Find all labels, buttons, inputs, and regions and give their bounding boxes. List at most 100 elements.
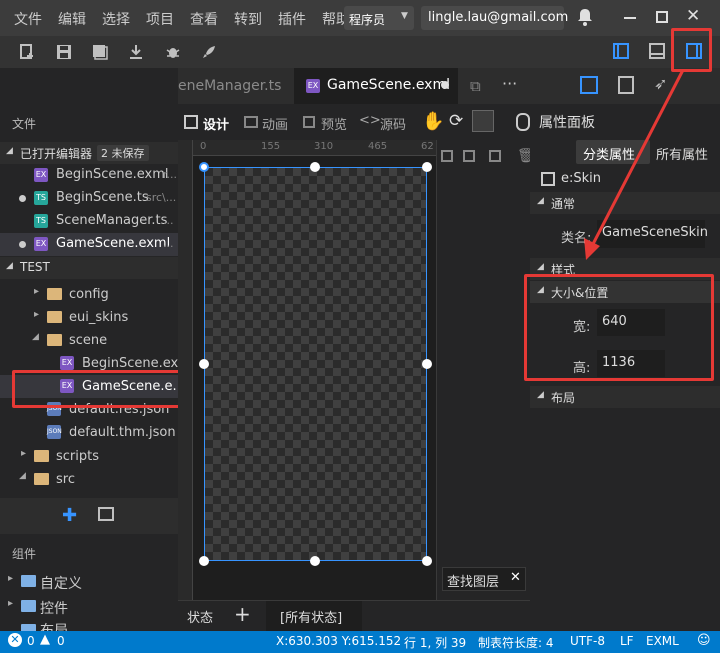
resize-handle[interactable] <box>310 556 320 566</box>
language-mode[interactable]: EXML <box>646 634 679 648</box>
save-all-icon[interactable] <box>91 43 109 61</box>
more-actions-icon[interactable]: ··· <box>502 74 517 93</box>
run-rocket-icon[interactable] <box>200 43 218 61</box>
menu-select[interactable]: 选择 <box>102 9 130 29</box>
puzzle-icon[interactable]: ✚ <box>62 505 77 526</box>
files-section-label: 文件 <box>12 117 37 131</box>
preview-icon <box>303 116 315 128</box>
line-ending[interactable]: LF <box>620 634 634 648</box>
account-button[interactable]: lingle.lau@gmail.com <box>421 6 568 30</box>
project-header[interactable]: ◢ TEST <box>0 257 178 279</box>
cursor-coords: X:630.303 Y:615.152 <box>276 634 402 648</box>
mode-design[interactable]: 设计 <box>203 114 229 133</box>
component-group-layout[interactable]: 布局 <box>0 619 178 631</box>
layer-paste-icon[interactable] <box>489 150 501 162</box>
chevron-right-icon: ▸ <box>34 286 40 297</box>
tree-folder-scene[interactable]: ◢ scene <box>0 329 178 352</box>
chevron-right-icon: ▸ <box>21 448 27 459</box>
line-column[interactable]: 行 1, 列 39 <box>404 634 466 651</box>
hand-tool-icon[interactable]: ✋ <box>422 111 444 132</box>
new-file-icon[interactable] <box>18 43 36 61</box>
chevron-down-icon: ◢ <box>537 390 544 400</box>
tab-scenemanager[interactable]: eneManager.ts <box>178 68 294 104</box>
debug-icon[interactable] <box>164 43 182 61</box>
tree-folder-config[interactable]: ▸ config <box>0 283 178 306</box>
warning-count[interactable]: 0 <box>57 634 65 648</box>
ruler-tick: 0 <box>200 141 207 152</box>
unsaved-dot-icon[interactable] <box>441 81 449 89</box>
publish-icon[interactable] <box>127 43 145 61</box>
feedback-icon[interactable]: ☺ <box>697 633 711 648</box>
error-count[interactable]: 0 <box>27 634 35 648</box>
chevron-right-icon: ▸ <box>34 309 40 320</box>
error-icon[interactable]: ✕ <box>8 633 22 647</box>
chevron-down-icon: ◢ <box>6 146 13 156</box>
close-icon[interactable]: ✕ <box>510 570 521 585</box>
tree-file-default-thm[interactable]: JSON default.thm.json <box>0 421 178 444</box>
split-editor-icon[interactable]: ⧉ <box>470 77 481 95</box>
tree-folder-scripts[interactable]: ▸ scripts <box>0 445 178 468</box>
tree-label: scripts <box>56 449 99 464</box>
open-editor-item[interactable]: TS BeginScene.ts src\... <box>0 187 178 210</box>
adapt-screen-icon[interactable] <box>472 110 494 132</box>
menu-edit[interactable]: 编辑 <box>58 9 86 29</box>
minimize-icon[interactable] <box>624 17 636 19</box>
layer-icon[interactable] <box>441 150 453 162</box>
section-label: 布局 <box>551 391 576 405</box>
menu-project[interactable]: 项目 <box>146 9 174 29</box>
resize-handle[interactable] <box>199 162 209 172</box>
open-editors-header[interactable]: ◢ 已打开编辑器 2 未保存 <box>0 142 178 164</box>
resize-handle[interactable] <box>199 556 209 566</box>
chevron-down-icon: ◢ <box>32 332 39 342</box>
tab-size[interactable]: 制表符长度: 4 <box>478 634 554 651</box>
database-icon[interactable] <box>516 113 530 131</box>
design-canvas[interactable] <box>204 167 427 561</box>
file-name: GameScene.exml <box>56 236 171 251</box>
resize-handle[interactable] <box>422 556 432 566</box>
menu-goto[interactable]: 转到 <box>234 9 262 29</box>
component-group-controls[interactable]: ▸ 控件 <box>0 595 178 618</box>
resize-handle[interactable] <box>422 162 432 172</box>
refresh-icon[interactable]: ⟳ <box>449 111 463 131</box>
menu-bar: 文件 编辑 选择 项目 查看 转到 插件 帮助 程序员 ▼ lingle.lau… <box>0 0 720 36</box>
horizontal-ruler: 0 155 310 465 62 <box>193 140 436 156</box>
resize-handle[interactable] <box>310 162 320 172</box>
tree-folder-eui-skins[interactable]: ▸ eui_skins <box>0 306 178 329</box>
assets-icon[interactable] <box>98 507 114 521</box>
unsaved-dot-icon <box>19 241 26 248</box>
encoding[interactable]: UTF-8 <box>570 634 605 648</box>
tree-folder-src[interactable]: ◢ src <box>0 468 178 491</box>
user-email: lingle.lau@gmail.com <box>428 10 569 25</box>
component-group-custom[interactable]: ▸ 自定义 <box>0 570 178 593</box>
close-icon[interactable]: ✕ <box>686 6 700 26</box>
mode-animation[interactable]: 动画 <box>262 114 288 133</box>
bell-icon[interactable] <box>577 8 593 26</box>
find-layer-input[interactable]: 查找图层 ✕ <box>442 567 526 591</box>
menu-view[interactable]: 查看 <box>190 9 218 29</box>
resize-handle[interactable] <box>422 359 432 369</box>
find-layer-label: 查找图层 <box>447 575 500 590</box>
role-select[interactable]: 程序员 ▼ <box>344 6 414 30</box>
resize-handle[interactable] <box>199 359 209 369</box>
folder-icon <box>47 288 62 300</box>
mode-source[interactable]: 源码 <box>380 114 406 133</box>
add-state-button[interactable]: + <box>234 602 251 626</box>
open-editor-item-active[interactable]: EX GameScene.exml ... <box>0 233 178 256</box>
warning-icon[interactable]: ▲ <box>40 632 50 647</box>
menu-file[interactable]: 文件 <box>14 9 42 29</box>
file-path: ... <box>163 214 174 227</box>
layer-copy-icon[interactable] <box>463 150 475 162</box>
open-editor-item[interactable]: TS SceneManager.ts ... <box>0 210 178 233</box>
open-editor-item[interactable]: EX BeginScene.exml r... <box>0 164 178 187</box>
tab-gamescene[interactable]: EX GameScene.exml <box>294 68 458 104</box>
save-icon[interactable] <box>55 43 73 61</box>
maximize-icon[interactable] <box>656 11 668 23</box>
editor-mode-bar: 设计 动画 预览 <> 源码 ✋ ⟳ <box>178 104 530 140</box>
section-layout[interactable]: ◢ 布局 <box>530 386 720 408</box>
state-label[interactable]: 状态 <box>187 607 213 626</box>
toggle-left-panel-icon[interactable] <box>613 43 629 59</box>
tree-label: 自定义 <box>40 576 82 592</box>
toggle-bottom-panel-icon[interactable] <box>649 43 665 59</box>
menu-plugins[interactable]: 插件 <box>278 9 306 29</box>
mode-preview[interactable]: 预览 <box>321 114 347 133</box>
